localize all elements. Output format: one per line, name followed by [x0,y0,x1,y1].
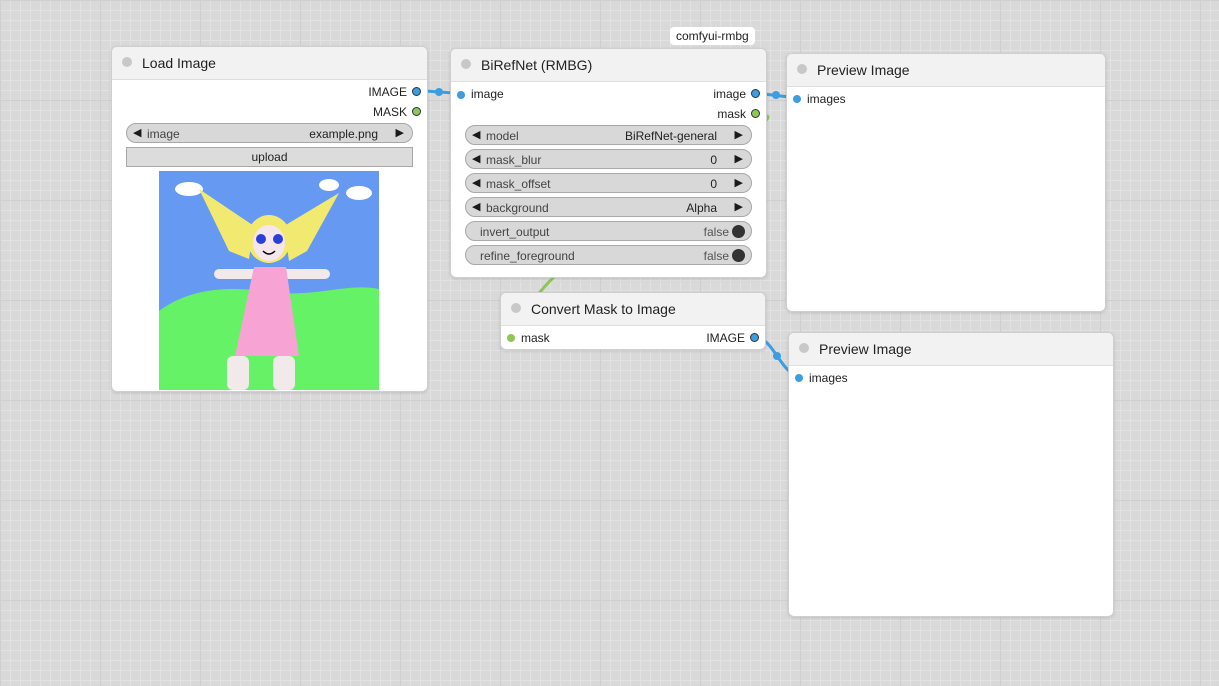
link-midpoint[interactable] [772,91,780,99]
image-preview [159,171,379,390]
widget-name: mask_blur [486,153,542,167]
preview-image-node-2[interactable]: Preview Image images [788,332,1114,617]
arrow-left-icon[interactable]: ◀ [472,152,480,166]
output-label-mask: mask [717,107,746,121]
background-combo-widget[interactable]: ◀ background Alpha ▶ [465,197,752,217]
widget-name: mask_offset [486,177,551,191]
upload-button[interactable]: upload [126,147,413,167]
node-title: Preview Image [819,341,912,357]
widget-value: 0 [710,153,717,167]
output-label-image: IMAGE [368,85,407,99]
node-title: Preview Image [817,62,910,78]
arrow-left-icon[interactable]: ◀ [472,176,480,190]
refine-foreground-toggle[interactable]: refine_foreground false [465,245,752,265]
widget-value: Alpha [686,201,717,215]
input-label-images: images [807,92,846,106]
arrow-right-icon[interactable]: ▶ [735,152,743,166]
node-header[interactable]: BiRefNet (RMBG) [451,49,766,82]
mask-blur-widget[interactable]: ◀ mask_blur 0 ▶ [465,149,752,169]
output-label-image: IMAGE [706,331,745,345]
widget-name: invert_output [480,225,550,239]
node-title: BiRefNet (RMBG) [481,57,593,73]
input-label-images: images [809,371,848,385]
toggle-knob-icon[interactable] [732,249,745,262]
widget-name: image [147,127,180,141]
arrow-left-icon[interactable]: ◀ [133,126,141,140]
output-label-mask: MASK [372,105,407,119]
widget-value: false [703,225,729,239]
link-midpoint[interactable] [435,88,443,96]
output-slot-image[interactable] [412,87,421,96]
output-slot-image[interactable] [751,89,760,98]
output-label-image: image [713,87,746,101]
collapse-dot-icon[interactable] [461,59,471,69]
collapse-dot-icon[interactable] [797,64,807,74]
arrow-left-icon[interactable]: ◀ [472,200,480,214]
collapse-dot-icon[interactable] [511,303,521,313]
group-label[interactable]: comfyui-rmbg [670,27,755,45]
arrow-right-icon[interactable]: ▶ [735,176,743,190]
node-header[interactable]: Preview Image [789,333,1113,366]
convert-mask-node[interactable]: Convert Mask to Image mask IMAGE [500,292,766,350]
collapse-dot-icon[interactable] [122,57,132,67]
arrow-right-icon[interactable]: ▶ [735,200,743,214]
widget-value: example.png [309,127,378,141]
arrow-right-icon[interactable]: ▶ [396,126,404,140]
output-slot-image[interactable] [750,333,759,342]
widget-value: BiRefNet-general [624,129,717,143]
link-midpoint[interactable] [773,352,781,360]
output-slot-mask[interactable] [412,107,421,116]
load-image-node[interactable]: Load Image IMAGE MASK ◀ image example.pn… [111,46,428,392]
preview-image-node-1[interactable]: Preview Image images [786,53,1106,312]
node-header[interactable]: Convert Mask to Image [501,293,765,326]
model-combo-widget[interactable]: ◀ model BiRefNet-general ▶ [465,125,752,145]
node-title: Convert Mask to Image [531,301,676,317]
widget-name: background [486,201,549,215]
node-title: Load Image [142,55,216,71]
collapse-dot-icon[interactable] [799,343,809,353]
node-header[interactable]: Preview Image [787,54,1105,87]
input-slot-images[interactable] [795,374,803,382]
input-slot-mask[interactable] [507,334,515,342]
input-slot-images[interactable] [793,95,801,103]
arrow-left-icon[interactable]: ◀ [472,128,480,142]
input-label-image: image [471,87,504,101]
arrow-right-icon[interactable]: ▶ [735,128,743,142]
widget-value: false [703,249,729,263]
node-header[interactable]: Load Image [112,47,427,80]
input-slot-image[interactable] [457,91,465,99]
input-label-mask: mask [521,331,550,345]
invert-output-toggle[interactable]: invert_output false [465,221,752,241]
toggle-knob-icon[interactable] [732,225,745,238]
birefnet-node[interactable]: BiRefNet (RMBG) image image mask ◀ model… [450,48,767,278]
widget-value: 0 [710,177,717,191]
widget-name: model [486,129,519,143]
mask-offset-widget[interactable]: ◀ mask_offset 0 ▶ [465,173,752,193]
widget-name: refine_foreground [480,249,575,263]
output-slot-mask[interactable] [751,109,760,118]
image-combo-widget[interactable]: ◀ image example.png ▶ [126,123,413,143]
